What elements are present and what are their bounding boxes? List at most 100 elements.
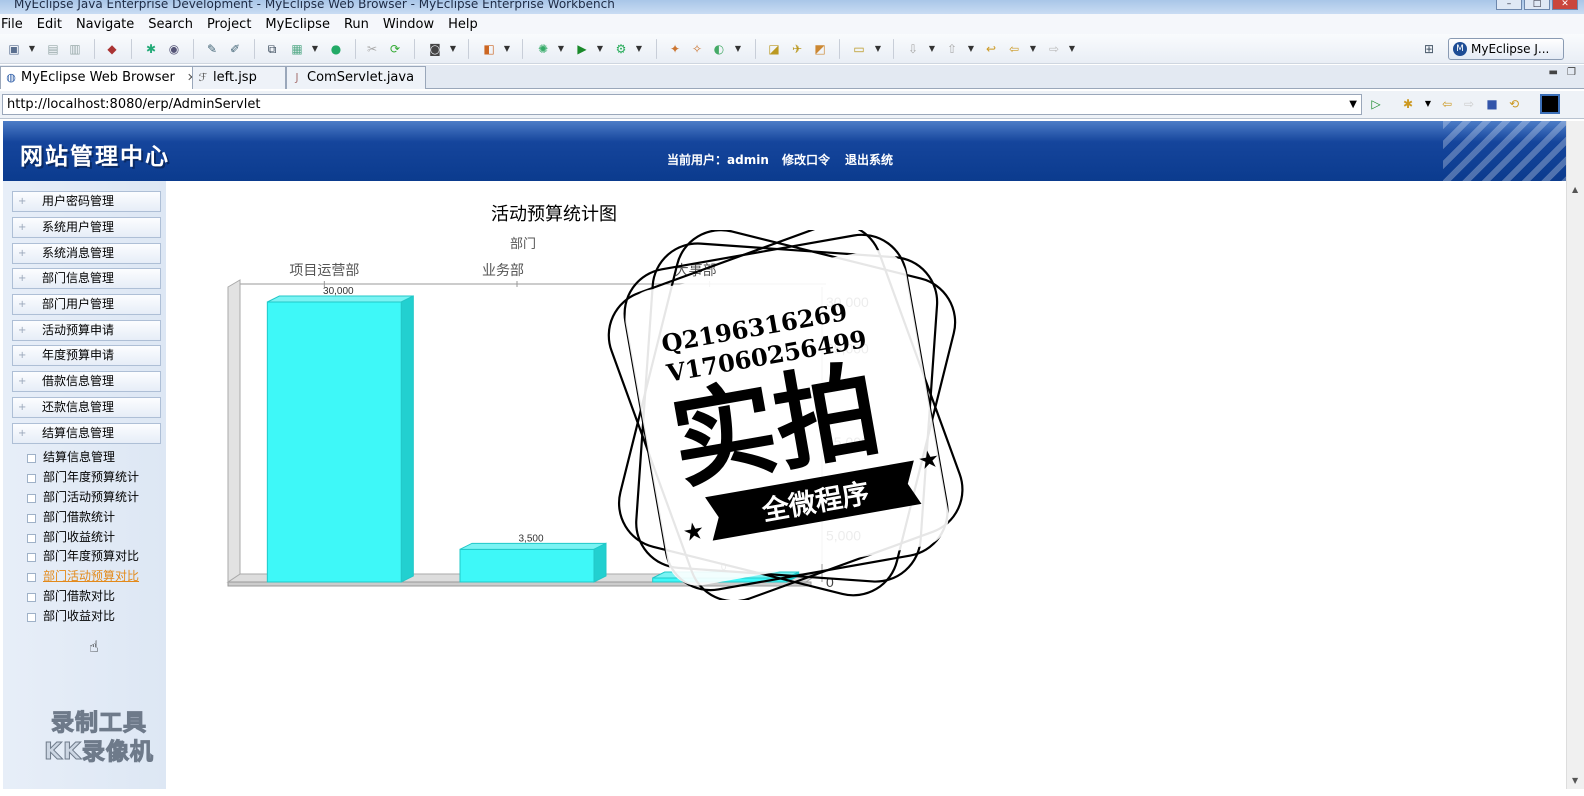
- server-icon[interactable]: ◉: [166, 41, 182, 57]
- open-folder-icon[interactable]: ◪: [766, 41, 782, 57]
- url-dropdown-icon[interactable]: ▼: [1349, 95, 1357, 114]
- subnav-activity-budget-compare[interactable]: 部门活动预算对比: [25, 568, 139, 584]
- new-dropdown-icon[interactable]: ▼: [28, 41, 36, 57]
- nav-department-user[interactable]: 部门用户管理: [12, 294, 161, 315]
- perspective-label: MyEclipse J...: [1471, 42, 1550, 56]
- run-external-icon[interactable]: ⚙: [613, 41, 629, 57]
- forward-icon[interactable]: ⇨: [1046, 41, 1062, 57]
- search-icon[interactable]: ✈: [789, 41, 805, 57]
- browser-refresh-icon[interactable]: ⟲: [1506, 96, 1522, 112]
- task-icon[interactable]: ◩: [812, 41, 828, 57]
- subnav-loan-compare[interactable]: 部门借款对比: [25, 588, 115, 604]
- previous-annotation-icon[interactable]: ⇧: [944, 41, 960, 57]
- open-resource-icon[interactable]: ✐: [227, 41, 243, 57]
- next-annotation-dropdown-icon[interactable]: ▼: [928, 41, 936, 57]
- subnav-activity-budget-stats[interactable]: 部门活动预算统计: [25, 489, 139, 505]
- menu-edit[interactable]: Edit: [30, 17, 69, 32]
- logout-link[interactable]: 退出系统: [845, 151, 893, 168]
- subnav-annual-budget-compare[interactable]: 部门年度预算对比: [25, 548, 139, 564]
- subnav-settlement-info[interactable]: 结算信息管理: [25, 449, 115, 465]
- color-swatch-icon[interactable]: [1540, 94, 1560, 114]
- tab-web-browser[interactable]: ◍ MyEclipse Web Browser ✕: [0, 66, 208, 89]
- tab-comservlet-java[interactable]: J ComServlet.java: [286, 66, 426, 89]
- url-input[interactable]: http://localhost:8080/erp/AdminServlet ▼: [2, 94, 1362, 115]
- open-perspective-icon[interactable]: ⊞: [1421, 41, 1437, 57]
- page-scrollbar[interactable]: ▲ ▼: [1566, 121, 1584, 789]
- coverage-dropdown-icon[interactable]: ▼: [734, 41, 742, 57]
- browser-forward-icon[interactable]: ⇨: [1461, 96, 1477, 112]
- bookmarks-dropdown-icon[interactable]: ▼: [1420, 96, 1436, 112]
- minimize-view-icon[interactable]: ▬: [1549, 67, 1558, 78]
- window-controls: – □ ✕: [1496, 0, 1578, 10]
- external-tools-icon[interactable]: ◧: [481, 41, 497, 57]
- maximize-icon[interactable]: □: [1524, 0, 1550, 10]
- next-annotation-icon[interactable]: ⇩: [905, 41, 921, 57]
- nav-department-info[interactable]: 部门信息管理: [12, 268, 161, 289]
- new-icon[interactable]: ▣: [6, 41, 22, 57]
- debug-server-icon[interactable]: ✱: [143, 41, 159, 57]
- menu-myeclipse[interactable]: MyEclipse: [258, 17, 337, 32]
- menu-run[interactable]: Run: [337, 17, 376, 32]
- change-password-link[interactable]: 修改口令: [782, 151, 830, 168]
- new-jsp-icon[interactable]: ▦: [289, 41, 305, 57]
- nav-repayment-info[interactable]: 还款信息管理: [12, 397, 161, 418]
- save-all-icon[interactable]: ▥: [67, 41, 83, 57]
- run-icon[interactable]: ▶: [574, 41, 590, 57]
- perspective-switcher[interactable]: M MyEclipse J...: [1448, 38, 1564, 60]
- folder-dropdown-icon[interactable]: ▼: [874, 41, 882, 57]
- run-external-dropdown-icon[interactable]: ▼: [635, 41, 643, 57]
- deploy-icon[interactable]: ◆: [104, 41, 120, 57]
- subnav-income-stats[interactable]: 部门收益统计: [25, 529, 115, 545]
- cut-icon[interactable]: ✂: [364, 41, 380, 57]
- web-icon[interactable]: ●: [328, 41, 344, 57]
- new-class-icon[interactable]: ✦: [667, 41, 683, 57]
- open-type-icon[interactable]: ✎: [204, 41, 220, 57]
- new-package-icon[interactable]: ✧: [689, 41, 705, 57]
- nav-loan-info[interactable]: 借款信息管理: [12, 371, 161, 392]
- menu-search[interactable]: Search: [141, 17, 200, 32]
- previous-annotation-dropdown-icon[interactable]: ▼: [967, 41, 975, 57]
- menu-file[interactable]: File: [0, 17, 30, 32]
- bookmarks-icon[interactable]: ✱: [1400, 96, 1416, 112]
- nav-system-user[interactable]: 系统用户管理: [12, 217, 161, 238]
- nav-annual-budget-apply[interactable]: 年度预算申请: [12, 345, 161, 366]
- close-icon[interactable]: ✕: [1552, 0, 1578, 10]
- debug-icon[interactable]: ✺: [535, 41, 551, 57]
- minimize-icon[interactable]: –: [1496, 0, 1522, 10]
- hierarchy-icon[interactable]: ⧉: [264, 41, 280, 57]
- scroll-down-icon[interactable]: ▼: [1572, 776, 1578, 785]
- back-icon[interactable]: ⇦: [1006, 41, 1022, 57]
- menu-navigate[interactable]: Navigate: [69, 17, 141, 32]
- forward-dropdown-icon[interactable]: ▼: [1068, 41, 1076, 57]
- subnav-income-compare[interactable]: 部门收益对比: [25, 608, 115, 624]
- nav-system-message[interactable]: 系统消息管理: [12, 243, 161, 264]
- back-dropdown-icon[interactable]: ▼: [1029, 41, 1037, 57]
- menu-window[interactable]: Window: [376, 17, 441, 32]
- coverage-icon[interactable]: ◐: [711, 41, 727, 57]
- tab-left-jsp[interactable]: ℱ left.jsp: [192, 66, 286, 89]
- last-edit-icon[interactable]: ↩: [983, 41, 999, 57]
- subnav-annual-budget-stats[interactable]: 部门年度预算统计: [25, 469, 139, 485]
- go-icon[interactable]: ▷: [1368, 96, 1384, 112]
- camera-dropdown-icon[interactable]: ▼: [449, 41, 457, 57]
- refresh-icon[interactable]: ⟳: [387, 41, 403, 57]
- nav-activity-budget-apply[interactable]: 活动预算申请: [12, 320, 161, 341]
- camera-icon[interactable]: ◙: [427, 41, 443, 57]
- run-dropdown-icon[interactable]: ▼: [596, 41, 604, 57]
- folder-icon[interactable]: ▭: [851, 41, 867, 57]
- stop-icon[interactable]: ■: [1484, 96, 1500, 112]
- browser-back-icon[interactable]: ⇦: [1439, 96, 1455, 112]
- external-tools-dropdown-icon[interactable]: ▼: [503, 41, 511, 57]
- scroll-up-icon[interactable]: ▲: [1572, 185, 1578, 194]
- nav-settlement-info[interactable]: 结算信息管理: [12, 423, 161, 444]
- menu-help[interactable]: Help: [441, 17, 485, 32]
- nav-user-password[interactable]: 用户密码管理: [12, 191, 161, 212]
- save-icon[interactable]: ▤: [45, 41, 61, 57]
- subnav-loan-stats[interactable]: 部门借款统计: [25, 509, 115, 525]
- menu-project[interactable]: Project: [200, 17, 258, 32]
- stamp-watermark: Q2196316269 V17060256499 实拍 全微程序 ★ ★: [607, 230, 964, 600]
- maximize-view-icon[interactable]: ❐: [1567, 67, 1576, 78]
- new-jsp-dropdown-icon[interactable]: ▼: [311, 41, 319, 57]
- tab-label: left.jsp: [213, 70, 257, 85]
- debug-dropdown-icon[interactable]: ▼: [557, 41, 565, 57]
